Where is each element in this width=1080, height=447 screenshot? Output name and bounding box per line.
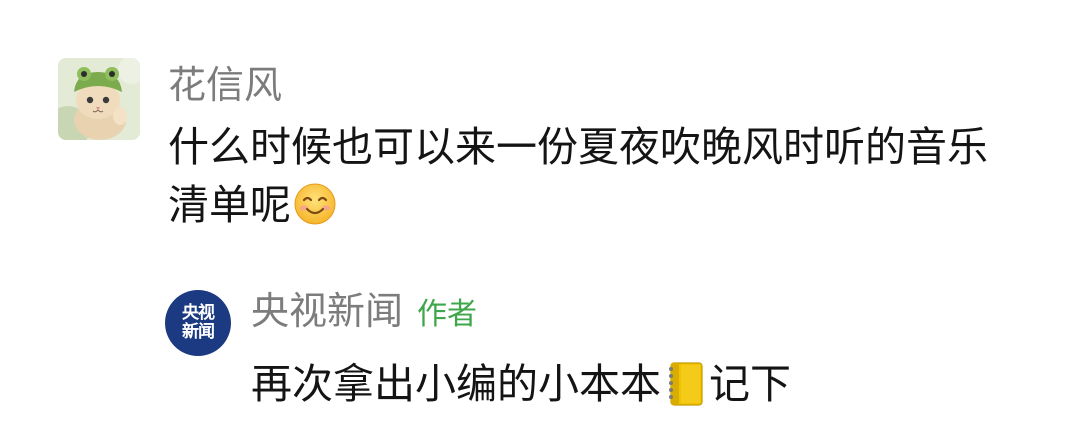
avatar-text: 新闻	[182, 322, 215, 342]
author-badge: 作者	[417, 297, 478, 332]
notebook-emoji	[669, 362, 703, 406]
avatar-text: 央视	[182, 303, 215, 323]
smiling-face-emoji	[294, 183, 336, 225]
reply-text-part: 记下	[709, 360, 791, 408]
reply-text: 再次拿出小编的小本本 记下	[251, 352, 1011, 413]
comment-thread: 花信风 什么时候也可以来一份夏夜吹晚风时听的音乐 清单呢 央视 新闻 央视新闻 …	[0, 0, 1080, 447]
cat-avatar-icon[interactable]	[58, 58, 140, 140]
comment-body: 花信风 什么时候也可以来一份夏夜吹晚风时听的音乐 清单呢	[168, 58, 1028, 234]
reply-header: 央视新闻 作者	[251, 284, 1011, 342]
comment-text: 什么时候也可以来一份夏夜吹晚风时听的音乐 清单呢	[168, 118, 1008, 234]
replier-name[interactable]: 央视新闻	[251, 284, 403, 338]
cctv-news-avatar[interactable]: 央视 新闻	[165, 290, 231, 356]
reply-text-part: 再次拿出小编的小本本	[251, 360, 661, 408]
comment-text-line: 什么时候也可以来一份夏夜吹晚风时听的音乐	[168, 123, 988, 171]
commenter-name[interactable]: 花信风	[168, 58, 1028, 112]
comment-text-line: 清单呢	[168, 176, 1008, 234]
comment-text-tail: 清单呢	[168, 181, 291, 229]
reply-body: 央视新闻 作者 再次拿出小编的小本本 记下	[251, 284, 1011, 413]
